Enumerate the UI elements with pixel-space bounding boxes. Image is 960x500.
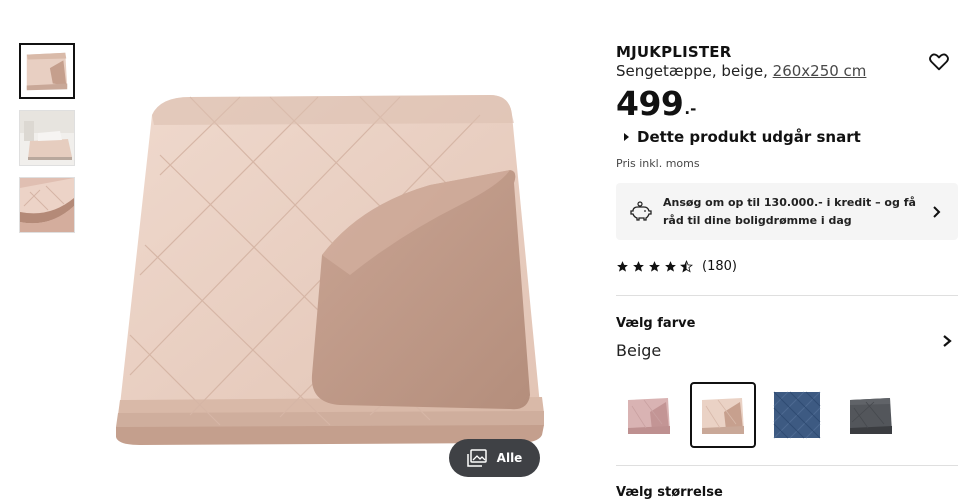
price-value: 499 [616,84,684,123]
view-all-images-button[interactable]: Alle [449,439,540,477]
color-swatch-beige[interactable] [690,382,756,448]
thumbnail-image [20,111,74,165]
rating-count: (180) [702,259,737,274]
discontinued-notice-text: Dette produkt udgår snart [637,128,861,146]
product-name: MJUKPLISTER [616,43,732,61]
chevron-right-icon[interactable] [941,333,953,349]
image-gallery-icon [466,449,487,467]
color-swatch-dark-grey[interactable] [838,382,904,448]
favorite-button[interactable] [928,51,950,73]
star-filled-icon [633,261,644,272]
triangle-right-icon [624,133,629,141]
credit-offer-text: Ansøg om op til 130.000.- i kredit – og … [663,195,916,227]
credit-offer-banner[interactable]: Ansøg om op til 130.000.- i kredit – og … [616,183,958,240]
star-filled-icon [649,261,660,272]
product-size-link[interactable]: 260x250 cm [773,62,867,80]
swatch-image [628,398,670,434]
color-swatch-pink[interactable] [616,382,682,448]
divider [616,465,958,466]
rating-stars [616,260,693,273]
thumbnail-list [19,43,75,244]
star-half-icon [680,260,693,273]
thumbnail-bedroom-scene[interactable] [19,110,75,166]
product-rating[interactable]: (180) [616,259,737,274]
thumbnail-image [20,178,74,232]
thumbnail-image [21,45,73,97]
star-filled-icon [617,261,628,272]
thumbnail-fabric-closeup[interactable] [19,177,75,233]
discontinued-notice[interactable]: Dette produkt udgår snart [624,128,861,146]
product-price: 499 .- [616,84,696,124]
swatch-image [850,398,892,434]
divider [616,295,958,296]
swatch-image [773,391,821,439]
main-product-image[interactable] [100,75,570,455]
size-selector-label: Vælg størrelse [616,485,723,500]
product-info-panel: MJUKPLISTER Sengetæppe, beige, 260x250 c… [616,0,960,500]
piggy-bank-icon [630,200,652,221]
vat-note: Pris inkl. moms [616,157,700,170]
star-filled-icon [665,261,676,272]
chevron-right-icon [933,205,941,218]
thumbnail-folded-bedspread[interactable] [19,43,75,99]
product-description: Sengetæppe, beige, 260x250 cm [616,62,866,80]
color-swatches [616,382,904,448]
heart-outline-icon [929,53,949,71]
product-description-text: Sengetæppe, beige, [616,62,768,80]
selected-color-value: Beige [616,341,662,360]
view-all-label: Alle [496,451,523,465]
bedspread-illustration [116,95,544,445]
swatch-image [702,398,744,434]
color-selector-label: Vælg farve [616,316,696,331]
price-suffix: .- [684,100,697,118]
color-swatch-blue[interactable] [764,382,830,448]
